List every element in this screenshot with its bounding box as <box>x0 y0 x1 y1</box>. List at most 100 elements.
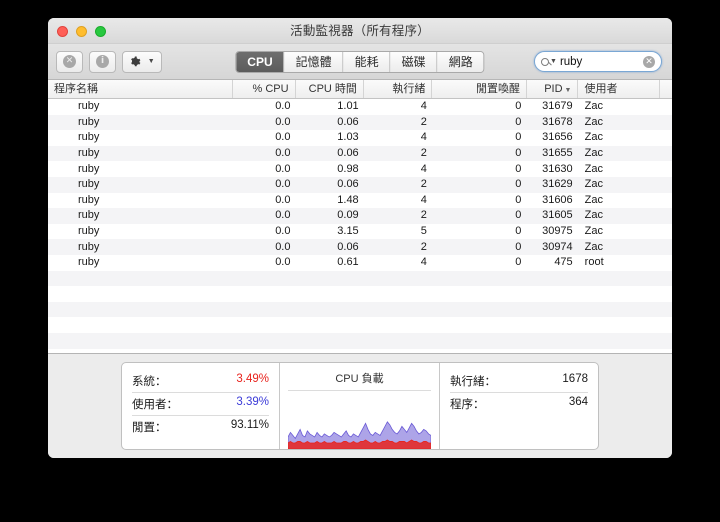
column-header-idle-wakeups[interactable]: 閒置喚醒 <box>432 80 527 98</box>
cell-user: root <box>579 255 660 270</box>
cell-threads: 4 <box>365 193 433 208</box>
table-row-empty <box>48 333 672 349</box>
table-row-empty <box>48 271 672 287</box>
inspect-process-button[interactable]: i <box>89 51 116 73</box>
column-header-pid[interactable]: PID▼ <box>527 80 578 98</box>
clear-search-icon[interactable]: ✕ <box>643 56 655 68</box>
cell-pid: 31630 <box>527 162 578 177</box>
stat-row-threads: 執行緒： 1678 <box>450 370 588 393</box>
tab-energy[interactable]: 能耗 <box>344 52 391 72</box>
cell-pid: 30974 <box>527 240 578 255</box>
cell-process-name: ruby <box>48 240 234 255</box>
cell-pid: 475 <box>527 255 578 270</box>
stat-value-user: 3.39% <box>236 396 269 412</box>
stat-row-user: 使用者： 3.39% <box>132 393 269 416</box>
table-row-empty <box>48 302 672 318</box>
search-icon[interactable]: ▼ <box>541 58 557 66</box>
sort-descending-icon: ▼ <box>565 87 572 94</box>
cell-cpu-percent: 0.0 <box>234 99 297 114</box>
stats-box: 系統： 3.49% 使用者： 3.39% 閒置： 93.11% CPU 負載 <box>121 362 599 450</box>
cell-cpu-time: 0.09 <box>296 208 364 223</box>
cell-process-name: ruby <box>48 224 234 239</box>
column-header-name[interactable]: 程序名稱 <box>48 80 233 98</box>
cell-cpu-time: 0.98 <box>296 162 364 177</box>
column-header-user[interactable]: 使用者 <box>578 80 660 98</box>
cell-threads: 4 <box>365 99 433 114</box>
tab-network[interactable]: 網路 <box>438 52 484 72</box>
column-header-cpu[interactable]: % CPU <box>233 80 296 98</box>
cell-pid: 31678 <box>527 115 578 130</box>
zoom-button-icon[interactable] <box>95 26 106 37</box>
cpu-load-graph-section: CPU 負載 <box>280 363 440 449</box>
cell-process-name: ruby <box>48 255 234 270</box>
close-button-icon[interactable] <box>57 26 68 37</box>
cell-cpu-percent: 0.0 <box>234 115 297 130</box>
process-table[interactable]: ruby0.01.014031679Zacruby0.00.062031678Z… <box>48 99 672 354</box>
cell-cpu-time: 0.06 <box>296 177 364 192</box>
cell-pid: 31629 <box>527 177 578 192</box>
cell-cpu-time: 1.03 <box>296 130 364 145</box>
actions-menu-button[interactable]: ▼ <box>122 51 162 73</box>
stat-value-threads: 1678 <box>562 373 588 389</box>
window-title: 活動監視器（所有程序） <box>48 18 672 44</box>
traffic-light-group <box>57 26 106 37</box>
column-header-pid-label: PID <box>544 83 562 95</box>
cell-cpu-time: 3.15 <box>296 224 364 239</box>
tab-memory[interactable]: 記憶體 <box>285 52 344 72</box>
table-row[interactable]: ruby0.00.092031605Zac <box>48 208 672 224</box>
cell-user: Zac <box>579 208 660 223</box>
column-header-cpu-time[interactable]: CPU 時間 <box>296 80 364 98</box>
cell-threads: 2 <box>365 177 433 192</box>
cell-idle-wakeups: 0 <box>433 240 527 255</box>
cell-threads: 2 <box>365 115 433 130</box>
cell-user: Zac <box>579 115 660 130</box>
table-row[interactable]: ruby0.03.155030975Zac <box>48 224 672 240</box>
tab-disk[interactable]: 磁碟 <box>391 52 438 72</box>
tab-cpu[interactable]: CPU <box>236 52 284 72</box>
table-row[interactable]: ruby0.00.062031629Zac <box>48 177 672 193</box>
column-header-threads[interactable]: 執行緒 <box>364 80 432 98</box>
column-header-spacer <box>660 80 672 98</box>
stat-value-processes: 364 <box>569 396 588 412</box>
cell-idle-wakeups: 0 <box>433 146 527 161</box>
stat-label-processes: 程序： <box>450 396 485 412</box>
footer-panel: 系統： 3.49% 使用者： 3.39% 閒置： 93.11% CPU 負載 <box>48 354 672 458</box>
stat-row-processes: 程序： 364 <box>450 393 588 415</box>
cell-threads: 4 <box>365 162 433 177</box>
cell-threads: 2 <box>365 146 433 161</box>
cell-cpu-percent: 0.0 <box>234 177 297 192</box>
table-column-header: 程序名稱 % CPU CPU 時間 執行緒 閒置喚醒 PID▼ 使用者 <box>48 80 672 99</box>
cell-idle-wakeups: 0 <box>433 208 527 223</box>
table-row[interactable]: ruby0.01.014031679Zac <box>48 99 672 115</box>
cell-process-name: ruby <box>48 177 234 192</box>
cell-cpu-time: 0.06 <box>296 240 364 255</box>
table-row-empty <box>48 317 672 333</box>
table-row[interactable]: ruby0.01.484031606Zac <box>48 193 672 209</box>
cell-threads: 4 <box>365 255 433 270</box>
table-row[interactable]: ruby0.00.062030974Zac <box>48 239 672 255</box>
table-row[interactable]: ruby0.01.034031656Zac <box>48 130 672 146</box>
toolbar: ✕ i ▼ CPU 記憶體 能耗 磁碟 網路 ▼ ruby ✕ <box>48 44 672 80</box>
cell-cpu-time: 0.06 <box>296 115 364 130</box>
cell-cpu-time: 1.01 <box>296 99 364 114</box>
stop-process-button[interactable]: ✕ <box>56 51 83 73</box>
table-row[interactable]: ruby0.00.984031630Zac <box>48 161 672 177</box>
minimize-button-icon[interactable] <box>76 26 87 37</box>
cell-threads: 5 <box>365 224 433 239</box>
cell-process-name: ruby <box>48 130 234 145</box>
cell-cpu-percent: 0.0 <box>234 240 297 255</box>
cell-idle-wakeups: 0 <box>433 115 527 130</box>
cell-threads: 2 <box>365 208 433 223</box>
system-counts: 執行緒： 1678 程序： 364 <box>440 363 598 449</box>
table-row[interactable]: ruby0.00.062031678Zac <box>48 115 672 131</box>
cell-process-name: ruby <box>48 99 234 114</box>
cell-threads: 4 <box>365 130 433 145</box>
cell-process-name: ruby <box>48 115 234 130</box>
activity-monitor-window: 活動監視器（所有程序） ✕ i ▼ CPU 記憶體 能耗 磁碟 網路 ▼ rub… <box>48 18 672 458</box>
cell-cpu-percent: 0.0 <box>234 208 297 223</box>
search-field[interactable]: ▼ ruby ✕ <box>534 51 662 72</box>
cell-cpu-percent: 0.0 <box>234 130 297 145</box>
search-input[interactable]: ruby <box>560 56 643 68</box>
table-row[interactable]: ruby0.00.6140475root <box>48 255 672 271</box>
table-row[interactable]: ruby0.00.062031655Zac <box>48 146 672 162</box>
